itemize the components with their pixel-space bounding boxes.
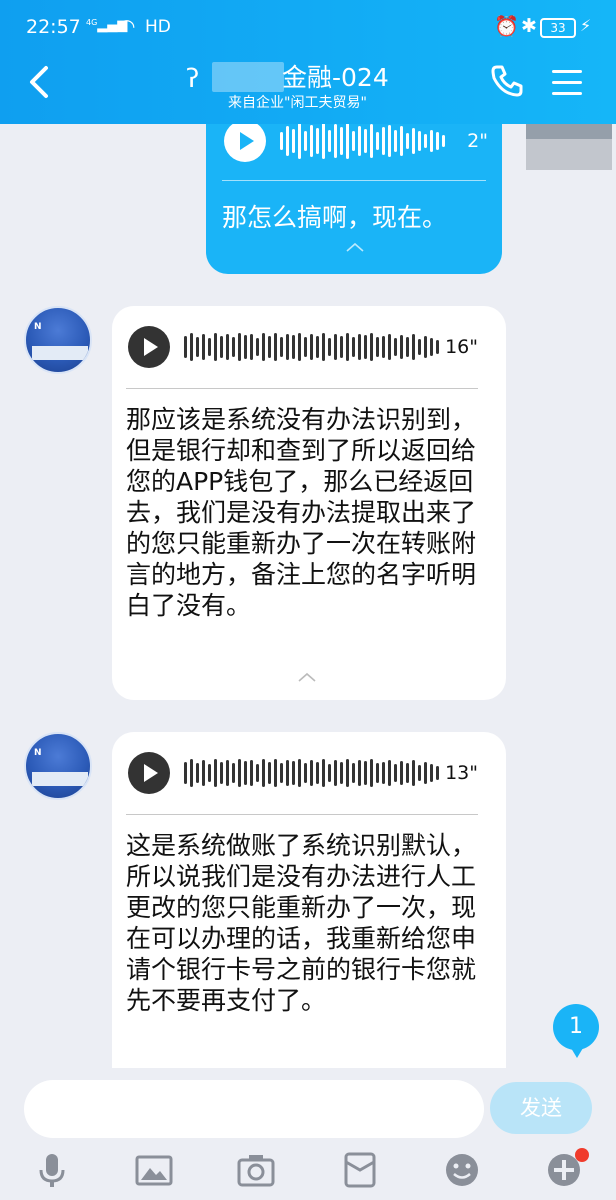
message-input[interactable] (24, 1080, 484, 1138)
chevron-up-icon[interactable] (346, 242, 364, 252)
waveform (184, 326, 439, 368)
earpiece-mode-icon[interactable]: ʔ (186, 64, 199, 94)
image-icon (135, 1155, 173, 1186)
charging-icon: ⚡ (580, 16, 592, 35)
voice-transcript: 那怎么搞啊，现在。 (222, 203, 448, 232)
phone-icon (491, 65, 523, 97)
voice-transcript: 那应该是系统没有办法识别到，但是银行却和查到了所以返回给您的APP钱包了，那么已… (126, 405, 477, 620)
play-icon[interactable] (128, 326, 170, 368)
divider (126, 388, 478, 389)
divider (126, 814, 478, 815)
emoji-button[interactable] (442, 1150, 482, 1190)
input-toolbar (0, 1150, 616, 1196)
contact-name[interactable]: 金融-024 (282, 58, 389, 94)
chat-header: 22:57 4G▂▄▆ ◠ HD ⏰ ✱ 33 ⚡ ʔ 金融-024 来自企业"… (0, 0, 616, 124)
camera-icon (237, 1155, 275, 1187)
voice-message-contact[interactable]: 13" 这是系统做账了系统识别默认，所以说我们是没有办法进行人工更改的您只能重新… (112, 732, 506, 1068)
notification-dot (575, 1148, 589, 1162)
back-button[interactable] (22, 62, 62, 102)
voice-duration: 2" (467, 130, 488, 152)
voice-input-button[interactable] (32, 1150, 72, 1190)
voice-duration: 13" (445, 762, 478, 784)
self-avatar[interactable] (526, 124, 612, 170)
play-icon[interactable] (224, 124, 266, 162)
red-packet-icon (344, 1152, 376, 1188)
chat-area[interactable]: 2" 那怎么搞啊，现在。 N 16" 那应该是系统没有办法识别到，但是银行却和查… (0, 124, 616, 1068)
avatar-logo-icon: N (34, 322, 42, 332)
status-time: 22:57 (26, 16, 81, 38)
divider (222, 180, 486, 181)
battery-icon: 33 (540, 18, 576, 38)
alarm-icon: ⏰ (494, 14, 519, 38)
input-bar: 发送 (0, 1068, 616, 1200)
voice-message-self[interactable]: 2" 那怎么搞啊，现在。 (206, 124, 502, 274)
voice-transcript: 这是系统做账了系统识别默认，所以说我们是没有办法进行人工更改的您只能重新办了一次… (126, 831, 477, 1015)
voice-duration: 16" (445, 336, 478, 358)
bluetooth-icon: ✱ (521, 15, 537, 37)
menu-button[interactable] (552, 70, 582, 96)
signal-label: 4G (86, 18, 98, 27)
waveform (280, 124, 445, 162)
blurred-name (212, 62, 284, 92)
avatar-logo-icon: N (34, 748, 42, 758)
network-label: HD (145, 17, 171, 37)
contact-source: 来自企业"闲工夫贸易" (228, 95, 367, 111)
play-icon[interactable] (128, 752, 170, 794)
camera-button[interactable] (236, 1150, 276, 1190)
red-packet-button[interactable] (340, 1150, 380, 1190)
contact-avatar[interactable]: N (24, 306, 92, 374)
chevron-up-icon[interactable] (298, 672, 316, 682)
voice-message-contact[interactable]: 16" 那应该是系统没有办法识别到，但是银行却和查到了所以返回给您的APP钱包了… (112, 306, 506, 700)
waveform (184, 752, 439, 794)
chevron-left-icon (30, 66, 48, 98)
battery-level: 33 (550, 21, 566, 35)
call-button[interactable] (490, 64, 524, 98)
unread-badge[interactable]: 1 (553, 1004, 599, 1058)
send-button[interactable]: 发送 (490, 1082, 592, 1134)
microphone-icon (39, 1154, 65, 1187)
emoji-icon (446, 1154, 478, 1186)
status-bar: 22:57 4G▂▄▆ ◠ HD ⏰ ✱ 33 ⚡ (0, 0, 616, 56)
wifi-icon: ◠ (118, 14, 136, 38)
gallery-button[interactable] (134, 1150, 174, 1190)
contact-avatar[interactable]: N (24, 732, 92, 800)
